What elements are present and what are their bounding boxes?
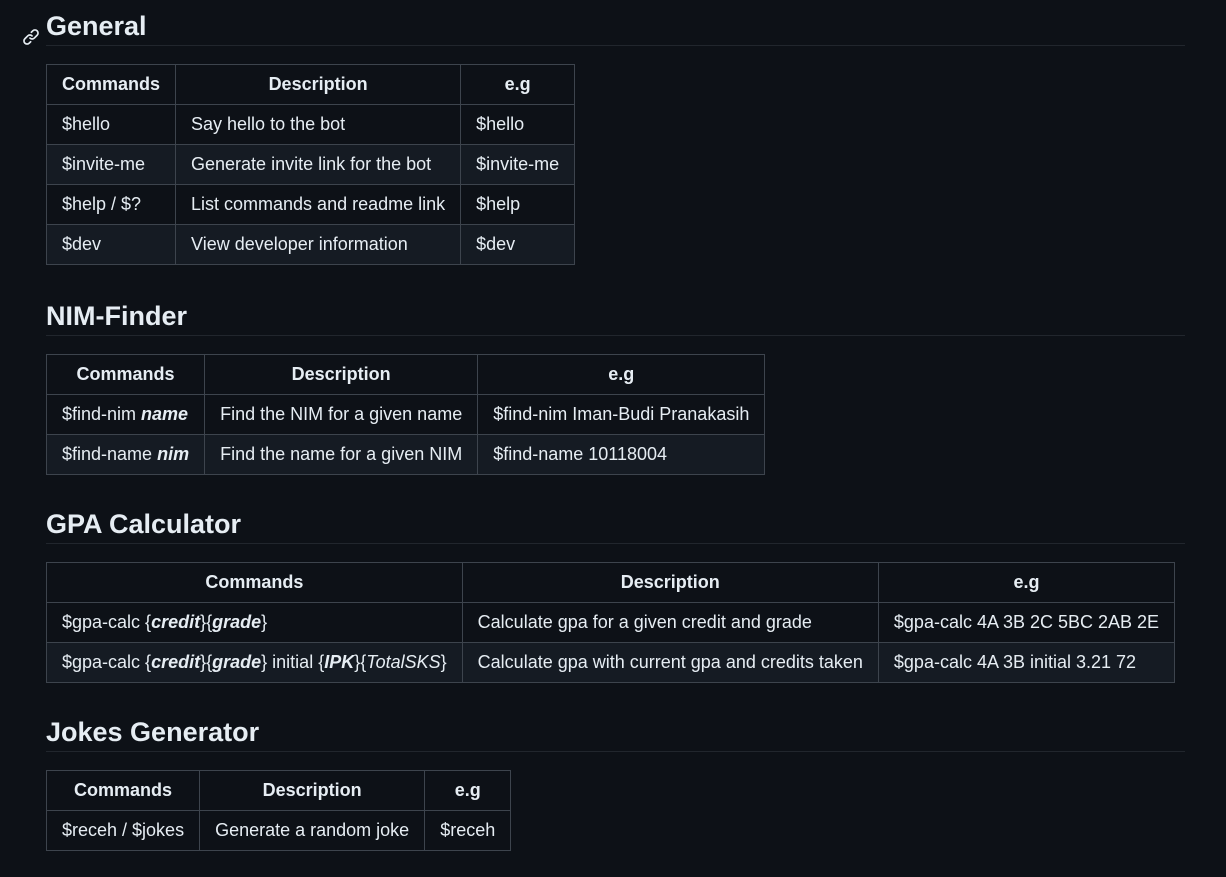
section-heading-jokes-generator: Jokes Generator <box>46 713 1185 752</box>
description-cell: Find the name for a given NIM <box>204 434 479 475</box>
description-cell: View developer information <box>175 224 462 265</box>
header-example: e.g <box>877 562 1176 603</box>
arg-credit: credit <box>151 612 201 633</box>
command-arg: nim <box>157 444 190 465</box>
command-cell: $dev <box>45 224 177 265</box>
table-row: $invite-me Generate invite link for the … <box>45 144 576 185</box>
header-description: Description <box>461 562 879 603</box>
command-cell: $find-nim name <box>45 394 206 435</box>
command-cell: $gpa-calc {credit}{grade} <box>46 602 463 643</box>
command-cell: $hello <box>45 104 177 145</box>
header-description: Description <box>175 64 462 105</box>
command-base: $find-nim <box>62 404 137 425</box>
arg-total-sks: TotalSKS <box>366 652 441 673</box>
table-row: $dev View developer information $dev <box>45 224 576 265</box>
table-row: $find-nim name Find the NIM for a given … <box>45 394 766 435</box>
section-nim-finder: NIM-Finder Commands Description e.g $fin… <box>45 297 1185 475</box>
commands-table-gpa-calculator: Commands Description e.g $gpa-calc {cred… <box>46 562 1176 683</box>
example-cell: $gpa-calc 4A 3B initial 3.21 72 <box>877 642 1176 683</box>
command-cell: $help / $? <box>45 184 177 225</box>
command-cell: $receh / $jokes <box>45 810 201 851</box>
arg-ipk: IPK <box>324 652 355 673</box>
table-header-row: Commands Description e.g <box>45 354 766 395</box>
example-cell: $dev <box>460 224 576 265</box>
link-icon[interactable] <box>22 18 40 45</box>
section-jokes-generator: Jokes Generator Commands Description e.g… <box>45 713 1185 851</box>
commands-table-general: Commands Description e.g $hello Say hell… <box>45 64 576 265</box>
description-cell: Calculate gpa with current gpa and credi… <box>461 642 879 683</box>
header-example: e.g <box>460 64 576 105</box>
header-commands: Commands <box>45 64 177 105</box>
description-cell: Generate a random joke <box>199 810 426 851</box>
command-arg: name <box>141 404 189 425</box>
table-row: $gpa-calc {credit}{grade} initial {IPK}{… <box>46 642 1176 683</box>
example-cell: $help <box>460 184 576 225</box>
example-cell: $invite-me <box>460 144 576 185</box>
table-row: $receh / $jokes Generate a random joke $… <box>45 810 512 851</box>
section-heading-gpa-calculator: GPA Calculator <box>46 505 1185 544</box>
command-cell: $invite-me <box>45 144 177 185</box>
table-row: $hello Say hello to the bot $hello <box>45 104 576 145</box>
initial-keyword: initial <box>272 652 314 673</box>
section-heading-nim-finder: NIM-Finder <box>46 297 1185 336</box>
section-heading-general: General <box>23 7 1185 46</box>
commands-table-jokes-generator: Commands Description e.g $receh / $jokes… <box>45 770 512 851</box>
header-commands: Commands <box>45 354 206 395</box>
commands-table-nim-finder: Commands Description e.g $find-nim name … <box>45 354 766 475</box>
header-description: Description <box>199 770 426 811</box>
command-cell: $gpa-calc {credit}{grade} initial {IPK}{… <box>46 642 463 683</box>
example-cell: $gpa-calc 4A 3B 2C 5BC 2AB 2E <box>877 602 1176 643</box>
section-title: GPA Calculator <box>46 509 242 539</box>
table-row: $find-name nim Find the name for a given… <box>45 434 766 475</box>
description-cell: Generate invite link for the bot <box>175 144 462 185</box>
description-cell: Say hello to the bot <box>175 104 462 145</box>
header-example: e.g <box>424 770 512 811</box>
example-cell: $find-nim Iman-Budi Pranakasih <box>477 394 766 435</box>
table-header-row: Commands Description e.g <box>46 562 1176 603</box>
header-commands: Commands <box>46 562 463 603</box>
table-row: $gpa-calc {credit}{grade} Calculate gpa … <box>46 602 1176 643</box>
arg-grade: grade <box>212 652 262 673</box>
example-cell: $hello <box>460 104 576 145</box>
header-description: Description <box>204 354 479 395</box>
description-cell: Calculate gpa for a given credit and gra… <box>461 602 879 643</box>
command-base: $gpa-calc <box>62 652 141 673</box>
command-base: $gpa-calc <box>62 612 141 633</box>
arg-grade: grade <box>212 612 262 633</box>
table-header-row: Commands Description e.g <box>45 64 576 105</box>
command-cell: $find-name nim <box>45 434 206 475</box>
header-example: e.g <box>477 354 766 395</box>
section-general: General Commands Description e.g $hello … <box>23 7 1185 265</box>
table-header-row: Commands Description e.g <box>45 770 512 811</box>
command-base: $find-name <box>62 444 153 465</box>
example-cell: $find-name 10118004 <box>477 434 766 475</box>
table-row: $help / $? List commands and readme link… <box>45 184 576 225</box>
section-title: NIM-Finder <box>46 301 187 331</box>
example-cell: $receh <box>424 810 512 851</box>
description-cell: Find the NIM for a given name <box>204 394 479 435</box>
section-gpa-calculator: GPA Calculator Commands Description e.g … <box>46 505 1185 683</box>
header-commands: Commands <box>45 770 201 811</box>
description-cell: List commands and readme link <box>175 184 462 225</box>
section-title: Jokes Generator <box>46 717 260 747</box>
section-title: General <box>46 11 147 41</box>
arg-credit: credit <box>151 652 201 673</box>
